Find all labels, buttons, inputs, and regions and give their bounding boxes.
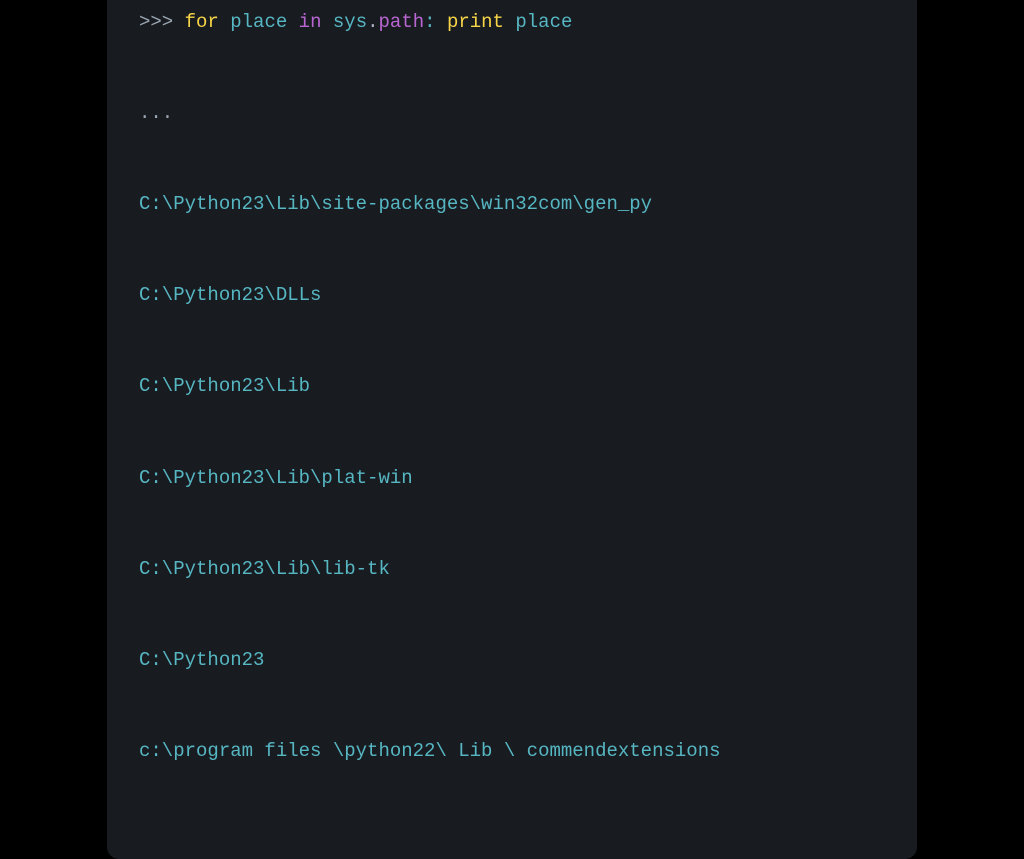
output-path: C:\Python23\Lib	[139, 371, 885, 401]
dot-operator: .	[367, 11, 378, 33]
object-name: sys	[333, 11, 367, 33]
continuation-dots: ...	[139, 102, 173, 124]
variable-name: place	[230, 11, 287, 33]
output-path: C:\Python23\Lib\site-packages\win32com\g…	[139, 189, 885, 219]
keyword-for: for	[185, 11, 219, 33]
output-path: c:\program files \python22\ Lib \ commen…	[139, 736, 885, 766]
code-line: >>> for place in sys.path: print place	[139, 7, 885, 37]
output-path: C:\Python23\DLLs	[139, 280, 885, 310]
continuation-line: ...	[139, 98, 885, 128]
code-area: >>> import sys >>> for place in sys.path…	[139, 0, 885, 827]
output-path: C:\Python23\Lib\plat-win	[139, 463, 885, 493]
output-path: C:\Python23	[139, 645, 885, 675]
output-path: C:\Python23\Lib\lib-tk	[139, 554, 885, 584]
attribute-name: path	[379, 11, 425, 33]
print-arg: place	[515, 11, 572, 33]
terminal-window: >>> import sys >>> for place in sys.path…	[107, 0, 917, 859]
keyword-print: print	[447, 11, 504, 33]
prompt-symbol: >>>	[139, 11, 173, 33]
keyword-in: in	[299, 11, 322, 33]
colon: :	[424, 11, 447, 33]
